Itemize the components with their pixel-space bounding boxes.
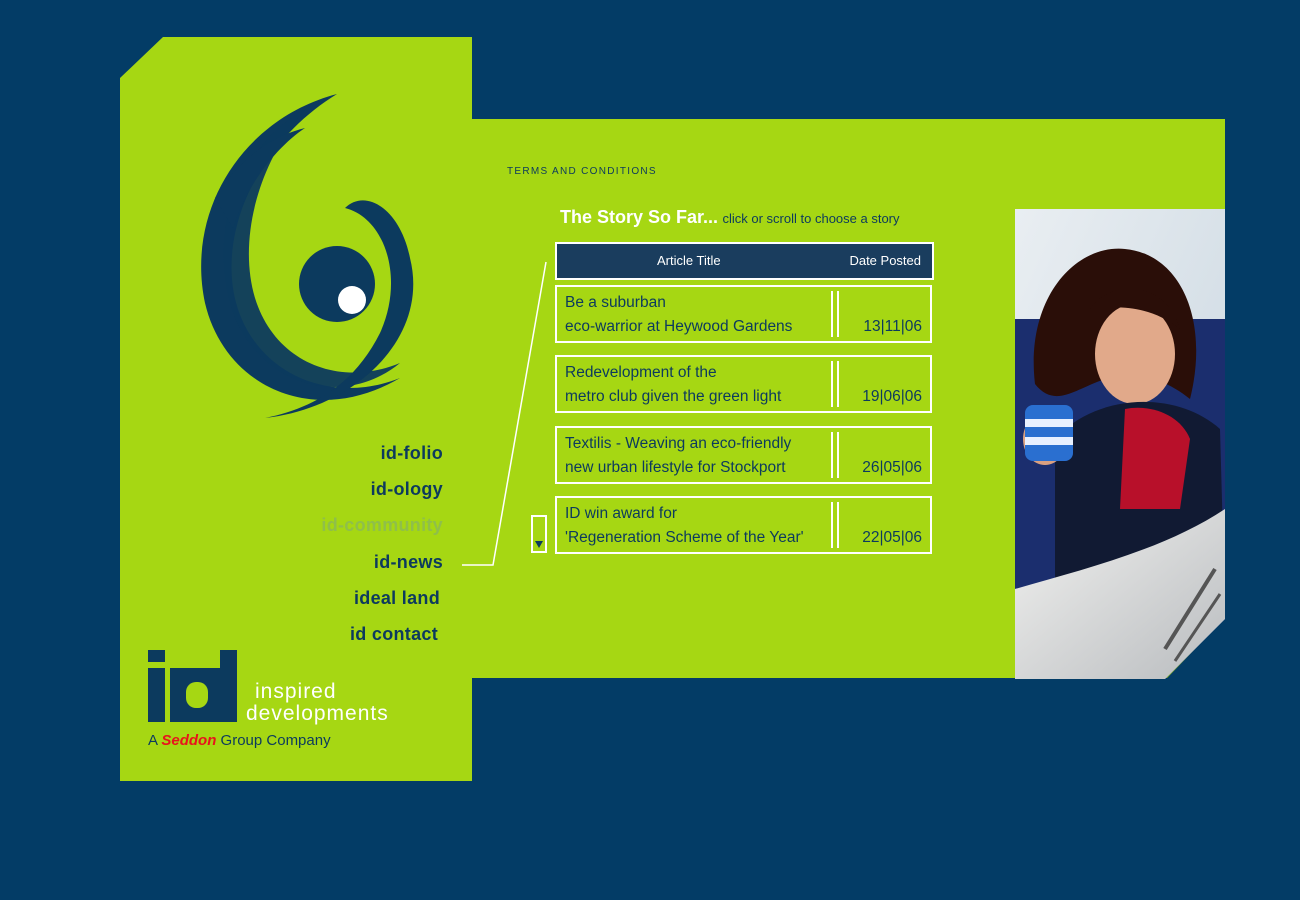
article-date: 26|05|06 (862, 459, 922, 476)
article-title-line1: ID win award for (565, 505, 677, 522)
nav-item-id-community[interactable]: id-community (321, 515, 443, 536)
nav-item-id-folio[interactable]: id-folio (381, 443, 443, 464)
article-title-line2: metro club given the green light (565, 388, 782, 405)
article-date: 22|05|06 (862, 529, 922, 546)
articles-table-header: Article Title Date Posted (555, 242, 934, 280)
group-company-tagline: A Seddon Group Company (148, 732, 331, 749)
article-title-line2: eco-warrior at Heywood Gardens (565, 318, 793, 335)
nav-item-id-contact[interactable]: id contact (350, 624, 438, 645)
nav-item-id-ology[interactable]: id-ology (371, 479, 443, 500)
nav-item-id-news[interactable]: id-news (374, 552, 443, 573)
row-divider (831, 502, 839, 548)
tagline-prefix: A (148, 732, 158, 749)
brand-name-line1: inspired (255, 680, 337, 703)
article-date: 13|11|06 (863, 318, 922, 335)
story-heading: The Story So Far... click or scroll to c… (560, 207, 900, 228)
row-divider (831, 361, 839, 407)
article-title-line1: Be a suburban (565, 294, 666, 311)
article-row[interactable]: Redevelopment of the metro club given th… (555, 355, 932, 413)
article-date: 19|06|06 (862, 388, 922, 405)
row-divider (831, 432, 839, 478)
seddon-logo-text: Seddon (161, 732, 217, 749)
story-title: The Story So Far... (560, 207, 719, 227)
swirl-logo-icon (201, 94, 414, 418)
article-row[interactable]: Be a suburban eco-warrior at Heywood Gar… (555, 285, 932, 343)
article-title-line2: 'Regeneration Scheme of the Year' (565, 529, 804, 546)
article-title-line1: Textilis - Weaving an eco-friendly (565, 435, 792, 452)
id-logo-icon (148, 650, 237, 722)
article-title-line1: Redevelopment of the (565, 364, 717, 381)
woman-reading-newspaper-photo (1015, 209, 1225, 679)
column-header-date: Date Posted (849, 253, 921, 268)
scroll-down-button[interactable] (531, 515, 547, 553)
article-title-line2: new urban lifestyle for Stockport (565, 459, 786, 476)
row-divider (831, 291, 839, 337)
nav-item-ideal-land[interactable]: ideal land (354, 588, 440, 609)
article-row[interactable]: ID win award for 'Regeneration Scheme of… (555, 496, 932, 554)
brand-name-line2: developments (246, 702, 389, 725)
down-arrow-icon (535, 541, 543, 548)
column-header-title: Article Title (657, 253, 721, 268)
story-subtitle: click or scroll to choose a story (722, 211, 900, 226)
tagline-suffix: Group Company (220, 732, 331, 749)
article-row[interactable]: Textilis - Weaving an eco-friendly new u… (555, 426, 932, 484)
terms-and-conditions-link[interactable]: TERMS AND CONDITIONS (507, 166, 657, 177)
